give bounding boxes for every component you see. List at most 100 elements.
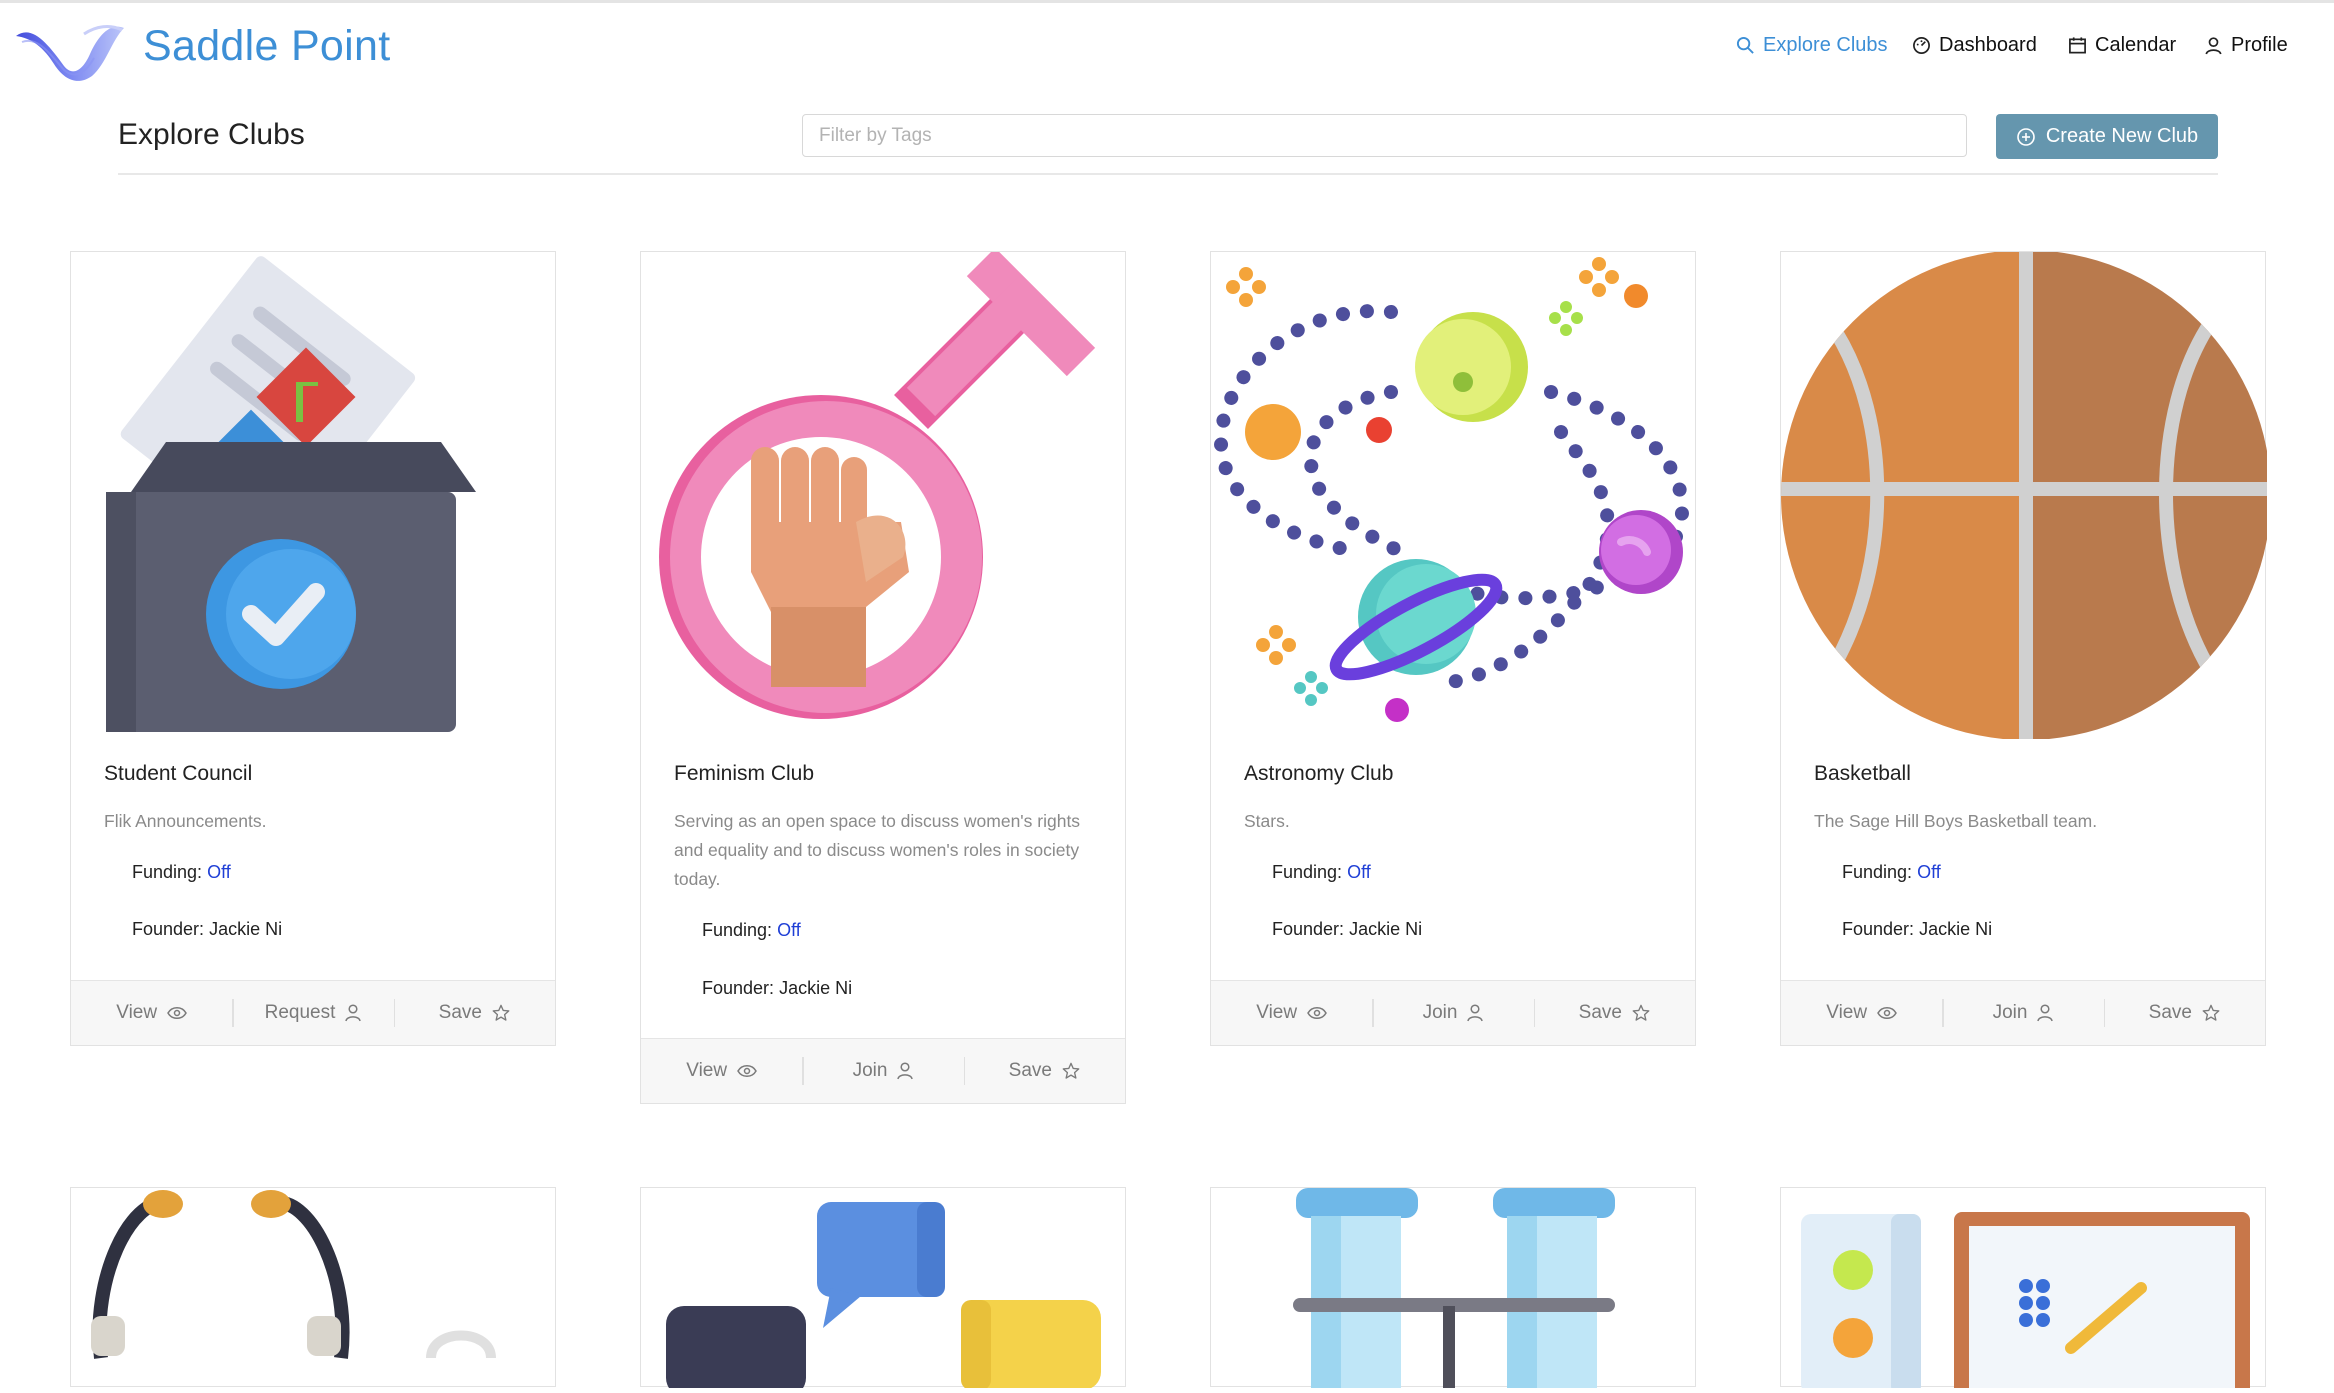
funding-label: Funding: xyxy=(132,862,203,882)
star-icon xyxy=(1632,1004,1650,1021)
star-icon xyxy=(492,1004,510,1021)
headphones-icon[interactable] xyxy=(71,1188,557,1388)
founder-label: Founder: xyxy=(132,919,205,939)
eye-icon xyxy=(1307,1007,1327,1019)
top-border xyxy=(0,0,2334,3)
founder-value: Jackie Ni xyxy=(209,919,283,939)
save-label: Save xyxy=(1578,1002,1622,1023)
nav-profile[interactable]: Profile xyxy=(2204,34,2288,57)
founder-label: Founder: xyxy=(1842,919,1915,939)
view-label: View xyxy=(686,1060,728,1081)
card-actions: View Request Save xyxy=(71,980,555,1045)
star-icon xyxy=(1062,1062,1080,1079)
filter-by-tags-input[interactable] xyxy=(802,114,1967,157)
test-tubes-icon[interactable] xyxy=(1211,1188,1697,1393)
club-description: Serving as an open space to discuss wome… xyxy=(674,811,1081,889)
club-card: Astronomy Club Stars. Funding: Off Found… xyxy=(1210,251,1696,1046)
club-card: Student Council Flik Announcements. Fund… xyxy=(70,251,556,1046)
brand-name[interactable]: Saddle Point xyxy=(143,22,390,71)
card-actions: View Join Save xyxy=(1211,980,1695,1045)
nav-dashboard[interactable]: Dashboard xyxy=(1912,34,2037,57)
club-funding: Funding: Off xyxy=(1842,862,1941,883)
ballot-box-icon xyxy=(106,256,476,732)
club-name: Feminism Club xyxy=(674,762,815,785)
join-label: Join xyxy=(852,1060,888,1081)
funding-value: Off xyxy=(1917,862,1941,882)
eye-icon xyxy=(167,1007,187,1019)
eye-icon xyxy=(1877,1007,1897,1019)
join-label: Join xyxy=(1992,1002,2028,1023)
view-label: View xyxy=(1826,1002,1868,1023)
view-button[interactable]: View xyxy=(1781,981,1942,1045)
club-funding: Funding: Off xyxy=(1272,862,1371,883)
club-founder: Founder: Jackie Ni xyxy=(1842,919,1992,940)
user-icon xyxy=(2037,1004,2054,1022)
eye-icon xyxy=(737,1065,757,1077)
founder-value: Jackie Ni xyxy=(779,978,853,998)
club-description: Flik Announcements. xyxy=(104,811,267,831)
club-description: Stars. xyxy=(1244,811,1290,831)
whiteboard-icon[interactable] xyxy=(1781,1188,2267,1393)
club-founder: Founder: Jackie Ni xyxy=(132,919,282,940)
header-divider xyxy=(118,173,2218,175)
user-icon xyxy=(345,1004,362,1022)
club-card xyxy=(640,1187,1127,1393)
save-label: Save xyxy=(2148,1002,2192,1023)
club-name: Student Council xyxy=(104,762,253,785)
view-button[interactable]: View xyxy=(71,981,232,1045)
female-fist-icon xyxy=(659,252,1096,719)
join-button[interactable]: Join xyxy=(1942,981,2103,1045)
save-button[interactable]: Save xyxy=(963,1039,1125,1103)
view-label: View xyxy=(1256,1002,1298,1023)
club-card-image[interactable] xyxy=(641,252,1127,739)
chat-bubbles-icon[interactable] xyxy=(641,1188,1127,1393)
club-card: Feminism Club Serving as an open space t… xyxy=(640,251,1126,1104)
club-card-image[interactable] xyxy=(1781,252,2267,739)
basketball-icon xyxy=(1781,252,2267,739)
club-name: Astronomy Club xyxy=(1244,762,1394,785)
funding-label: Funding: xyxy=(702,920,773,940)
user-icon xyxy=(897,1062,914,1080)
request-button[interactable]: Request xyxy=(232,981,393,1045)
view-button[interactable]: View xyxy=(1211,981,1372,1045)
solar-system-icon xyxy=(1213,257,1690,722)
dashboard-gauge-icon xyxy=(1913,37,1930,54)
save-label: Save xyxy=(438,1002,482,1023)
view-label: View xyxy=(116,1002,158,1023)
create-new-club-label: Create New Club xyxy=(2045,125,2199,147)
join-button[interactable]: Join xyxy=(1372,981,1533,1045)
club-card xyxy=(1210,1187,1697,1393)
join-button[interactable]: Join xyxy=(802,1039,963,1103)
save-button[interactable]: Save xyxy=(2103,981,2265,1045)
nav-dashboard-label: Dashboard xyxy=(1939,34,2037,56)
create-new-club-button[interactable]: Create New Club xyxy=(1996,114,2218,159)
star-icon xyxy=(2202,1004,2220,1021)
funding-label: Funding: xyxy=(1272,862,1343,882)
save-label: Save xyxy=(1008,1060,1052,1081)
nav-calendar[interactable]: Calendar xyxy=(2068,34,2176,57)
club-founder: Founder: Jackie Ni xyxy=(1272,919,1422,940)
save-button[interactable]: Save xyxy=(1533,981,1695,1045)
funding-label: Funding: xyxy=(1842,862,1913,882)
request-label: Request xyxy=(264,1002,336,1023)
funding-value: Off xyxy=(777,920,801,940)
club-card xyxy=(70,1187,556,1387)
search-icon xyxy=(1736,36,1754,54)
saddle-point-logo-icon[interactable] xyxy=(14,14,126,86)
save-button[interactable]: Save xyxy=(393,981,555,1045)
founder-value: Jackie Ni xyxy=(1349,919,1423,939)
club-card: Basketball The Sage Hill Boys Basketball… xyxy=(1780,251,2267,1046)
club-card-image[interactable] xyxy=(71,252,557,739)
club-name: Basketball xyxy=(1814,762,1911,785)
founder-value: Jackie Ni xyxy=(1919,919,1993,939)
nav-explore-clubs[interactable]: Explore Clubs xyxy=(1736,34,1888,57)
card-actions: View Join Save xyxy=(641,1038,1125,1103)
club-founder: Founder: Jackie Ni xyxy=(702,978,852,999)
club-funding: Funding: Off xyxy=(132,862,231,883)
nav-explore-label: Explore Clubs xyxy=(1763,34,1888,56)
club-card-image[interactable] xyxy=(1211,252,1697,739)
join-label: Join xyxy=(1422,1002,1458,1023)
view-button[interactable]: View xyxy=(641,1039,802,1103)
club-description: The Sage Hill Boys Basketball team. xyxy=(1814,811,2098,831)
plus-circle-icon xyxy=(2017,127,2035,146)
